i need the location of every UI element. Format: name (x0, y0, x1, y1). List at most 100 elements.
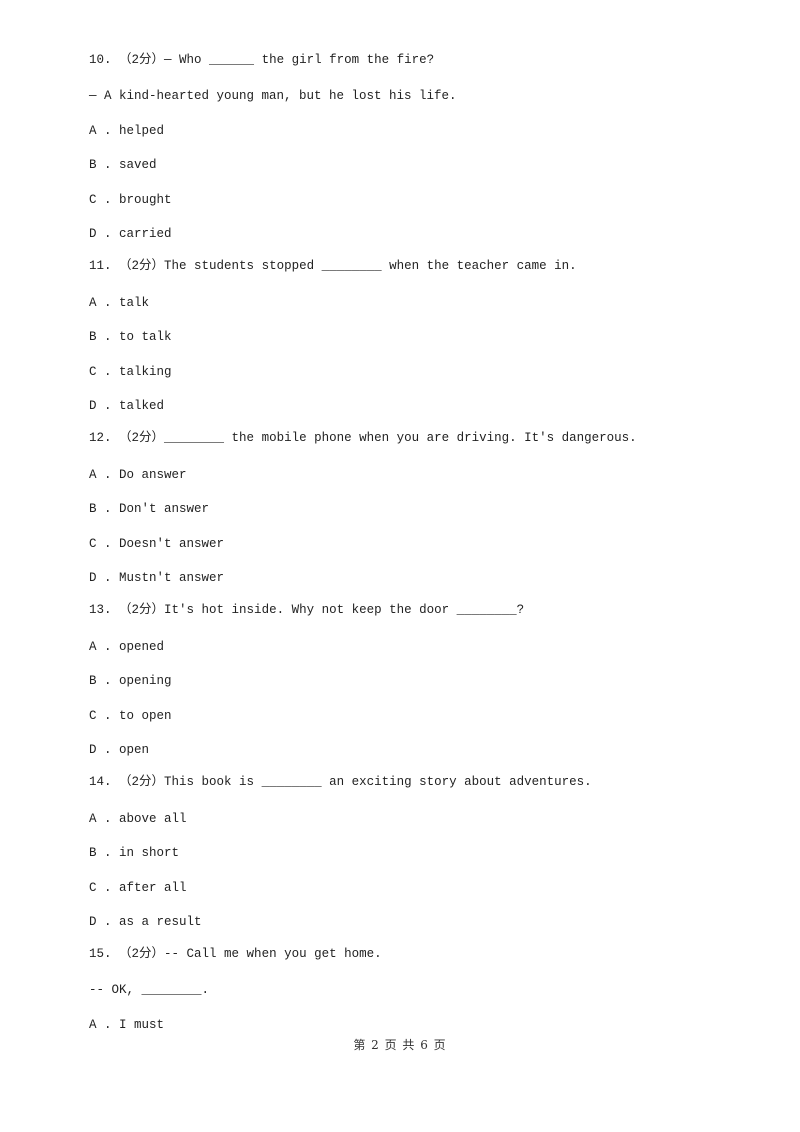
option-text: helped (119, 124, 165, 138)
option-letter: D (89, 399, 97, 413)
option-text: carried (119, 227, 172, 241)
answer-option[interactable]: C . Doesn't answer (89, 536, 224, 552)
question-text: It's hot inside. Why not keep the door _… (164, 603, 525, 617)
option-separator: . (96, 365, 120, 379)
option-letter: A (89, 1018, 97, 1032)
question-number: 11. (89, 259, 112, 273)
answer-option[interactable]: A . opened (89, 639, 164, 655)
option-text: to talk (119, 330, 172, 344)
answer-option[interactable]: D . carried (89, 226, 172, 242)
option-separator: . (96, 330, 120, 344)
question-stem: 14. （2分）This book is ________ an excitin… (89, 774, 592, 790)
option-separator: . (96, 812, 120, 826)
option-text: after all (119, 881, 187, 895)
question-score: （2分） (119, 259, 165, 273)
question-stem: 10. （2分）— Who ______ the girl from the f… (89, 52, 434, 68)
option-letter: A (89, 640, 97, 654)
option-separator: . (96, 158, 120, 172)
answer-option[interactable]: D . talked (89, 398, 164, 414)
option-separator: . (96, 571, 120, 585)
question-text: This book is ________ an exciting story … (164, 775, 592, 789)
answer-option[interactable]: C . to open (89, 708, 172, 724)
answer-option[interactable]: D . as a result (89, 914, 202, 930)
option-letter: B (89, 502, 97, 516)
question-score: （2分） (119, 53, 165, 67)
answer-option[interactable]: C . talking (89, 364, 172, 380)
question-stem: 13. （2分）It's hot inside. Why not keep th… (89, 602, 524, 618)
answer-option[interactable]: B . opening (89, 673, 172, 689)
option-separator: . (96, 468, 120, 482)
option-separator: . (96, 915, 120, 929)
answer-option[interactable]: A . above all (89, 811, 187, 827)
option-text: I must (119, 1018, 165, 1032)
option-letter: A (89, 296, 97, 310)
option-letter: D (89, 571, 97, 585)
option-letter: A (89, 468, 97, 482)
option-separator: . (96, 227, 120, 241)
option-letter: C (89, 709, 97, 723)
answer-option[interactable]: B . saved (89, 157, 157, 173)
option-text: Doesn't answer (119, 537, 225, 551)
option-text: talk (119, 296, 150, 310)
option-letter: D (89, 915, 97, 929)
option-separator: . (96, 709, 120, 723)
answer-option[interactable]: D . Mustn't answer (89, 570, 224, 586)
option-separator: . (96, 537, 120, 551)
option-letter: D (89, 743, 97, 757)
question-dialogue-line: — A kind-hearted young man, but he lost … (89, 89, 457, 103)
option-text: to open (119, 709, 172, 723)
answer-option[interactable]: B . in short (89, 845, 179, 861)
question-text: The students stopped ________ when the t… (164, 259, 577, 273)
option-text: open (119, 743, 150, 757)
question-stem: 11. （2分）The students stopped ________ wh… (89, 258, 577, 274)
question-dialogue-line: -- OK, ________. (89, 983, 210, 997)
option-text: saved (119, 158, 157, 172)
option-text: opened (119, 640, 165, 654)
answer-option[interactable]: A . talk (89, 295, 149, 311)
option-letter: C (89, 537, 97, 551)
option-text: Mustn't answer (119, 571, 225, 585)
option-separator: . (96, 1018, 120, 1032)
question-number: 12. (89, 431, 112, 445)
option-text: opening (119, 674, 172, 688)
option-separator: . (96, 640, 120, 654)
option-letter: D (89, 227, 97, 241)
option-text: Don't answer (119, 502, 210, 516)
answer-option[interactable]: B . Don't answer (89, 501, 209, 517)
option-letter: A (89, 812, 97, 826)
question-text: ________ the mobile phone when you are d… (164, 431, 637, 445)
option-letter: B (89, 674, 97, 688)
option-separator: . (96, 399, 120, 413)
question-number: 10. (89, 53, 112, 67)
question-number: 14. (89, 775, 112, 789)
question-score: （2分） (119, 603, 165, 617)
question-text: -- Call me when you get home. (164, 947, 382, 961)
question-score: （2分） (119, 947, 165, 961)
option-letter: C (89, 193, 97, 207)
option-separator: . (96, 674, 120, 688)
option-text: brought (119, 193, 172, 207)
option-separator: . (96, 502, 120, 516)
answer-option[interactable]: A . helped (89, 123, 164, 139)
option-text: above all (119, 812, 187, 826)
option-letter: A (89, 124, 97, 138)
answer-option[interactable]: B . to talk (89, 329, 172, 345)
question-number: 15. (89, 947, 112, 961)
option-separator: . (96, 193, 120, 207)
answer-option[interactable]: C . after all (89, 880, 187, 896)
option-letter: B (89, 846, 97, 860)
option-text: as a result (119, 915, 202, 929)
question-number: 13. (89, 603, 112, 617)
answer-option[interactable]: A . Do answer (89, 467, 187, 483)
question-score: （2分） (119, 431, 165, 445)
option-text: talking (119, 365, 172, 379)
page-footer: 第 2 页 共 6 页 (353, 1038, 447, 1052)
option-separator: . (96, 124, 120, 138)
option-separator: . (96, 846, 120, 860)
answer-option[interactable]: D . open (89, 742, 149, 758)
option-letter: C (89, 881, 97, 895)
answer-option[interactable]: A . I must (89, 1017, 164, 1033)
document-page: 10. （2分）— Who ______ the girl from the f… (0, 0, 800, 1132)
question-score: （2分） (119, 775, 165, 789)
answer-option[interactable]: C . brought (89, 192, 172, 208)
